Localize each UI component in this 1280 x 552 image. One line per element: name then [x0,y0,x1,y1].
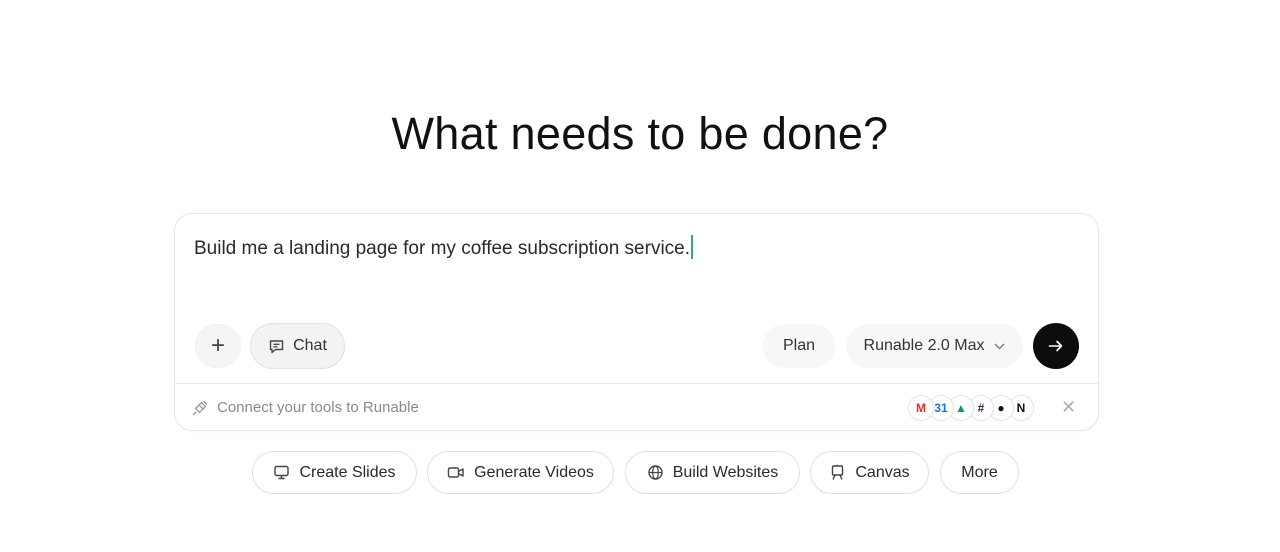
more-label: More [961,463,998,481]
chat-bubble-icon [269,339,284,353]
chevron-down-icon [995,343,1005,349]
easel-icon [832,464,844,480]
canvas-label: Canvas [855,463,910,481]
page-title: What needs to be done? [391,108,889,159]
plus-icon: + [210,332,225,359]
connect-tools-text: Connect your tools to Runable [217,399,419,416]
generate-videos-label: Generate Videos [474,463,594,481]
build-websites-button[interactable]: Build Websites [625,451,800,494]
plan-label: Plan [782,337,816,354]
create-slides-button[interactable]: Create Slides [252,451,417,494]
canvas-button[interactable]: Canvas [810,451,929,494]
plug-icon [192,400,208,416]
tool-icons[interactable]: M 31 ▲ # ● N [908,395,1034,421]
page: What needs to be done? Build me a landin… [0,0,1280,552]
model-selector[interactable]: Runable 2.0 Max [846,324,1023,368]
model-label: Runable 2.0 Max [863,337,985,354]
gmail-icon[interactable]: M [908,395,934,421]
composer: Build me a landing page for my coffee su… [174,213,1099,431]
video-icon [447,467,464,478]
chat-mode-button[interactable]: Chat [250,323,345,369]
prompt-input[interactable]: Build me a landing page for my coffee su… [194,235,693,260]
generate-videos-button[interactable]: Generate Videos [427,451,614,494]
connect-tools-bar[interactable]: Connect your tools to Runable M 31 ▲ # ● N ✕ [175,385,1098,431]
close-icon[interactable]: ✕ [1061,397,1076,418]
monitor-icon [274,465,290,480]
chat-mode-label: Chat [293,337,327,354]
add-attachment-button[interactable]: + [195,324,241,368]
text-caret [691,235,693,259]
more-button[interactable]: More [940,451,1019,494]
plan-button[interactable]: Plan [763,324,835,368]
create-slides-label: Create Slides [299,463,396,481]
arrow-right-icon [1048,340,1063,352]
prompt-area[interactable]: Build me a landing page for my coffee su… [175,214,1098,384]
send-button[interactable] [1033,323,1079,369]
globe-icon [648,465,663,480]
build-websites-label: Build Websites [672,463,779,481]
prompt-input-value: Build me a landing page for my coffee su… [194,238,691,259]
